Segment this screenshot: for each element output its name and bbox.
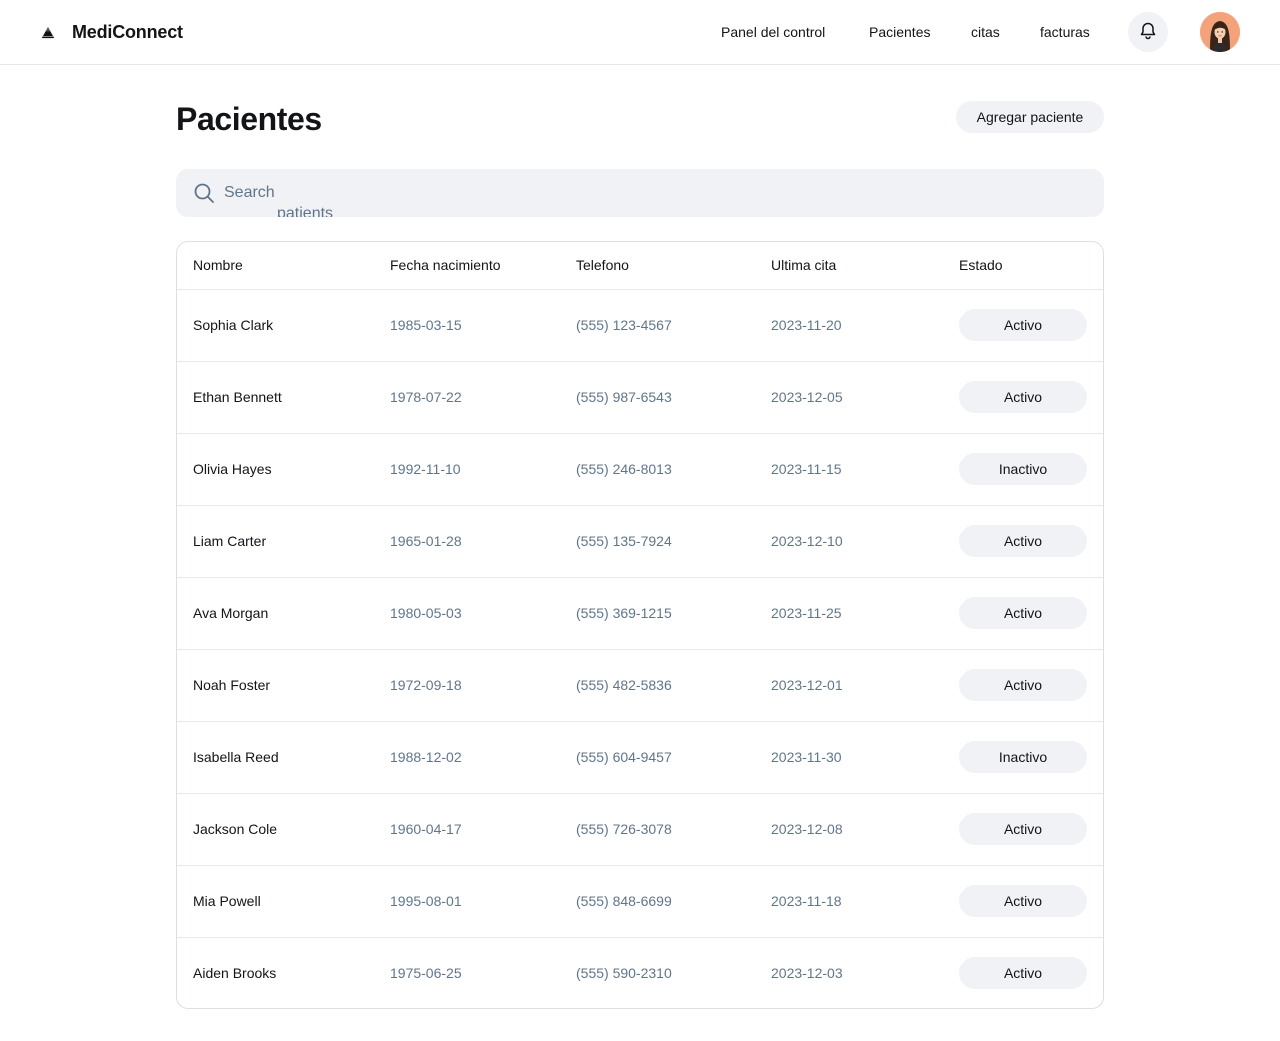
patient-phone: (555) 604-9457 xyxy=(576,749,672,765)
patient-name[interactable]: Isabella Reed xyxy=(177,721,374,793)
column-header-estado[interactable]: Estado xyxy=(943,242,1103,289)
status-badge[interactable]: Activo xyxy=(959,309,1087,341)
patient-dob: 1980-05-03 xyxy=(390,605,462,621)
logo-icon xyxy=(40,24,56,40)
status-badge[interactable]: Activo xyxy=(959,381,1087,413)
patient-name[interactable]: Sophia Clark xyxy=(177,289,374,361)
patient-name[interactable]: Olivia Hayes xyxy=(177,433,374,505)
brand[interactable]: MediConnect xyxy=(40,20,183,44)
status-badge[interactable]: Inactivo xyxy=(959,741,1087,773)
status-badge[interactable]: Activo xyxy=(959,813,1087,845)
patient-last-appointment: 2023-12-03 xyxy=(771,965,843,982)
patient-last-appointment: 2023-11-30 xyxy=(771,749,842,765)
patient-phone: (555) 590-2310 xyxy=(576,965,672,982)
patient-name[interactable]: Ava Morgan xyxy=(177,577,374,649)
table-row[interactable]: Ava Morgan 1980-05-03 (555) 369-1215 202… xyxy=(177,577,1103,649)
table-header-row: Nombre Fecha nacimiento Telefono Ultima … xyxy=(177,242,1103,289)
column-header-fecha-nacimiento[interactable]: Fecha nacimiento xyxy=(374,242,560,289)
table-row[interactable]: Liam Carter 1965-01-28 (555) 135-7924 20… xyxy=(177,505,1103,577)
patient-name[interactable]: Mia Powell xyxy=(177,865,374,937)
patient-last-appointment: 2023-12-08 xyxy=(771,821,843,837)
notifications-button[interactable] xyxy=(1128,12,1168,52)
patient-dob: 1985-03-15 xyxy=(390,317,462,333)
patient-dob: 1960-04-17 xyxy=(390,821,462,837)
status-badge[interactable]: Activo xyxy=(959,957,1087,990)
table-row[interactable]: Isabella Reed 1988-12-02 (555) 604-9457 … xyxy=(177,721,1103,793)
column-header-telefono[interactable]: Telefono xyxy=(560,242,755,289)
patient-dob: 1972-09-18 xyxy=(390,677,462,693)
add-patient-button[interactable]: Agregar paciente xyxy=(956,101,1104,133)
patient-phone: (555) 135-7924 xyxy=(576,533,672,549)
patient-name[interactable]: Aiden Brooks xyxy=(177,937,374,1008)
patient-dob: 1978-07-22 xyxy=(390,389,462,405)
search-input[interactable] xyxy=(224,169,1084,217)
table-row[interactable]: Jackson Cole 1960-04-17 (555) 726-3078 2… xyxy=(177,793,1103,865)
patient-dob: 1988-12-02 xyxy=(390,749,462,765)
patient-phone: (555) 246-8013 xyxy=(576,461,672,477)
patient-phone: (555) 369-1215 xyxy=(576,605,672,621)
patient-phone: (555) 848-6699 xyxy=(576,893,672,909)
patient-name[interactable]: Noah Foster xyxy=(177,649,374,721)
nav-item-citas[interactable]: citas xyxy=(971,24,1000,40)
table-row[interactable]: Olivia Hayes 1992-11-10 (555) 246-8013 2… xyxy=(177,433,1103,505)
patient-name[interactable]: Jackson Cole xyxy=(177,793,374,865)
column-header-nombre[interactable]: Nombre xyxy=(177,242,374,289)
patient-last-appointment: 2023-12-01 xyxy=(771,677,843,693)
patient-name[interactable]: Liam Carter xyxy=(177,505,374,577)
table-row[interactable]: Mia Powell 1995-08-01 (555) 848-6699 202… xyxy=(177,865,1103,937)
patient-dob: 1975-06-25 xyxy=(390,965,462,982)
nav-item-pacientes[interactable]: Pacientes xyxy=(869,24,930,40)
search-icon xyxy=(192,181,216,205)
patient-last-appointment: 2023-12-10 xyxy=(771,533,843,549)
patient-last-appointment: 2023-11-15 xyxy=(771,461,842,477)
patient-dob: 1992-11-10 xyxy=(390,461,461,477)
app-name: MediConnect xyxy=(72,21,183,42)
nav-item-facturas[interactable]: facturas xyxy=(1040,24,1090,40)
patient-last-appointment: 2023-11-25 xyxy=(771,605,842,621)
patient-last-appointment: 2023-12-05 xyxy=(771,389,843,405)
status-badge[interactable]: Activo xyxy=(959,597,1087,629)
status-badge[interactable]: Inactivo xyxy=(959,453,1087,485)
status-badge[interactable]: Activo xyxy=(959,525,1087,557)
table-row[interactable]: Aiden Brooks 1975-06-25 (555) 590-2310 2… xyxy=(177,937,1103,1008)
patient-name[interactable]: Ethan Bennett xyxy=(177,361,374,433)
patient-last-appointment: 2023-11-18 xyxy=(771,893,842,909)
patient-phone: (555) 726-3078 xyxy=(576,821,672,837)
patient-dob: 1995-08-01 xyxy=(390,893,462,909)
bell-icon xyxy=(1138,20,1158,45)
table-row[interactable]: Ethan Bennett 1978-07-22 (555) 987-6543 … xyxy=(177,361,1103,433)
table-row[interactable]: Noah Foster 1972-09-18 (555) 482-5836 20… xyxy=(177,649,1103,721)
page-title: Pacientes xyxy=(176,101,322,137)
patient-last-appointment: 2023-11-20 xyxy=(771,317,842,333)
user-avatar[interactable] xyxy=(1200,12,1240,52)
patient-phone: (555) 482-5836 xyxy=(576,677,672,693)
top-navbar: MediConnect Panel del control Pacientes … xyxy=(0,0,1280,65)
search-bar[interactable]: patients xyxy=(176,169,1104,217)
status-badge[interactable]: Activo xyxy=(959,669,1087,701)
patient-phone: (555) 987-6543 xyxy=(576,389,672,405)
table-row[interactable]: Sophia Clark 1985-03-15 (555) 123-4567 2… xyxy=(177,289,1103,361)
column-header-ultima-cita[interactable]: Ultima cita xyxy=(755,242,943,289)
patients-table: Nombre Fecha nacimiento Telefono Ultima … xyxy=(176,241,1104,1009)
status-badge[interactable]: Activo xyxy=(959,885,1087,917)
search-placeholder-overflow: patients xyxy=(277,205,334,217)
patient-dob: 1965-01-28 xyxy=(390,533,462,549)
nav-item-panel-del-control[interactable]: Panel del control xyxy=(721,24,825,40)
patient-phone: (555) 123-4567 xyxy=(576,317,672,333)
